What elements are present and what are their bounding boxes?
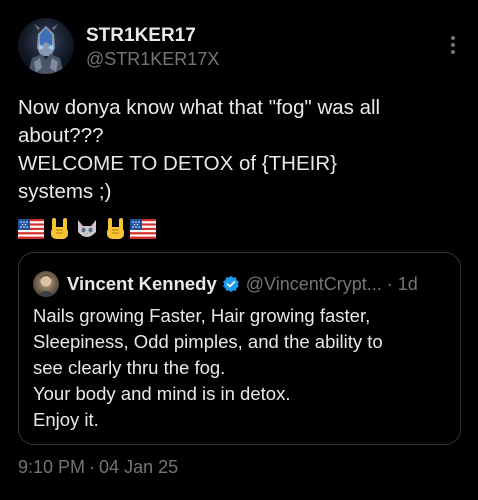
more-options-icon[interactable] [450, 36, 456, 58]
verified-badge-icon [222, 275, 239, 293]
dot-separator: · [386, 273, 393, 294]
horns-hand-icon [102, 217, 128, 241]
author-handle[interactable]: @STR1KER17X [86, 48, 219, 70]
tweet: STR1KER17 @STR1KER17X Now donya know wha… [0, 0, 478, 500]
us-flag-icon [18, 217, 44, 241]
tweet-text-line: about??? [18, 124, 104, 147]
cat-face-icon [74, 217, 100, 241]
tweet-time: 9:10 PM [18, 457, 86, 477]
tweet-text: Now donya know what that "fog" was all a… [18, 94, 468, 206]
tweet-header: STR1KER17 @STR1KER17X [18, 18, 460, 78]
tweet-text-line: systems ;) [18, 180, 112, 203]
us-flag-icon [130, 217, 156, 241]
quoted-text-line: Your body and mind is in detox. [33, 383, 291, 404]
quoted-author-avatar[interactable] [33, 271, 59, 297]
quoted-text-line: see clearly thru the fog. [33, 357, 226, 378]
quoted-author-handle[interactable]: @VincentCrypt... [246, 274, 382, 295]
quoted-tweet[interactable]: Vincent Kennedy @VincentCrypt... · 1d Na… [18, 252, 461, 445]
quoted-tweet-time[interactable]: 1d [398, 274, 418, 295]
quoted-author-name[interactable]: Vincent Kennedy [67, 273, 217, 295]
author-avatar[interactable] [18, 18, 74, 74]
armored-knight-icon [28, 24, 64, 74]
quoted-text-line: Enjoy it. [33, 409, 99, 430]
dot-separator: · [89, 457, 96, 477]
quoted-tweet-header: Vincent Kennedy @VincentCrypt... · 1d [33, 271, 418, 297]
tweet-text-line: Now donya know what that "fog" was all [18, 96, 381, 119]
tweet-text-line: WELCOME TO DETOX of {THEIR} [18, 152, 337, 175]
author-display-name[interactable]: STR1KER17 [86, 25, 219, 47]
emoji-row [18, 217, 156, 243]
tweet-timestamp[interactable]: 9:10 PM · 04 Jan 25 [18, 456, 178, 478]
person-portrait-icon [36, 274, 56, 297]
quoted-text-line: Sleepiness, Odd pimples, and the ability… [33, 331, 383, 352]
author-names: STR1KER17 @STR1KER17X [86, 25, 219, 70]
quoted-text-line: Nails growing Faster, Hair growing faste… [33, 305, 371, 326]
quoted-tweet-text: Nails growing Faster, Hair growing faste… [33, 303, 453, 433]
tweet-date: 04 Jan 25 [99, 457, 179, 477]
horns-hand-icon [46, 217, 72, 241]
